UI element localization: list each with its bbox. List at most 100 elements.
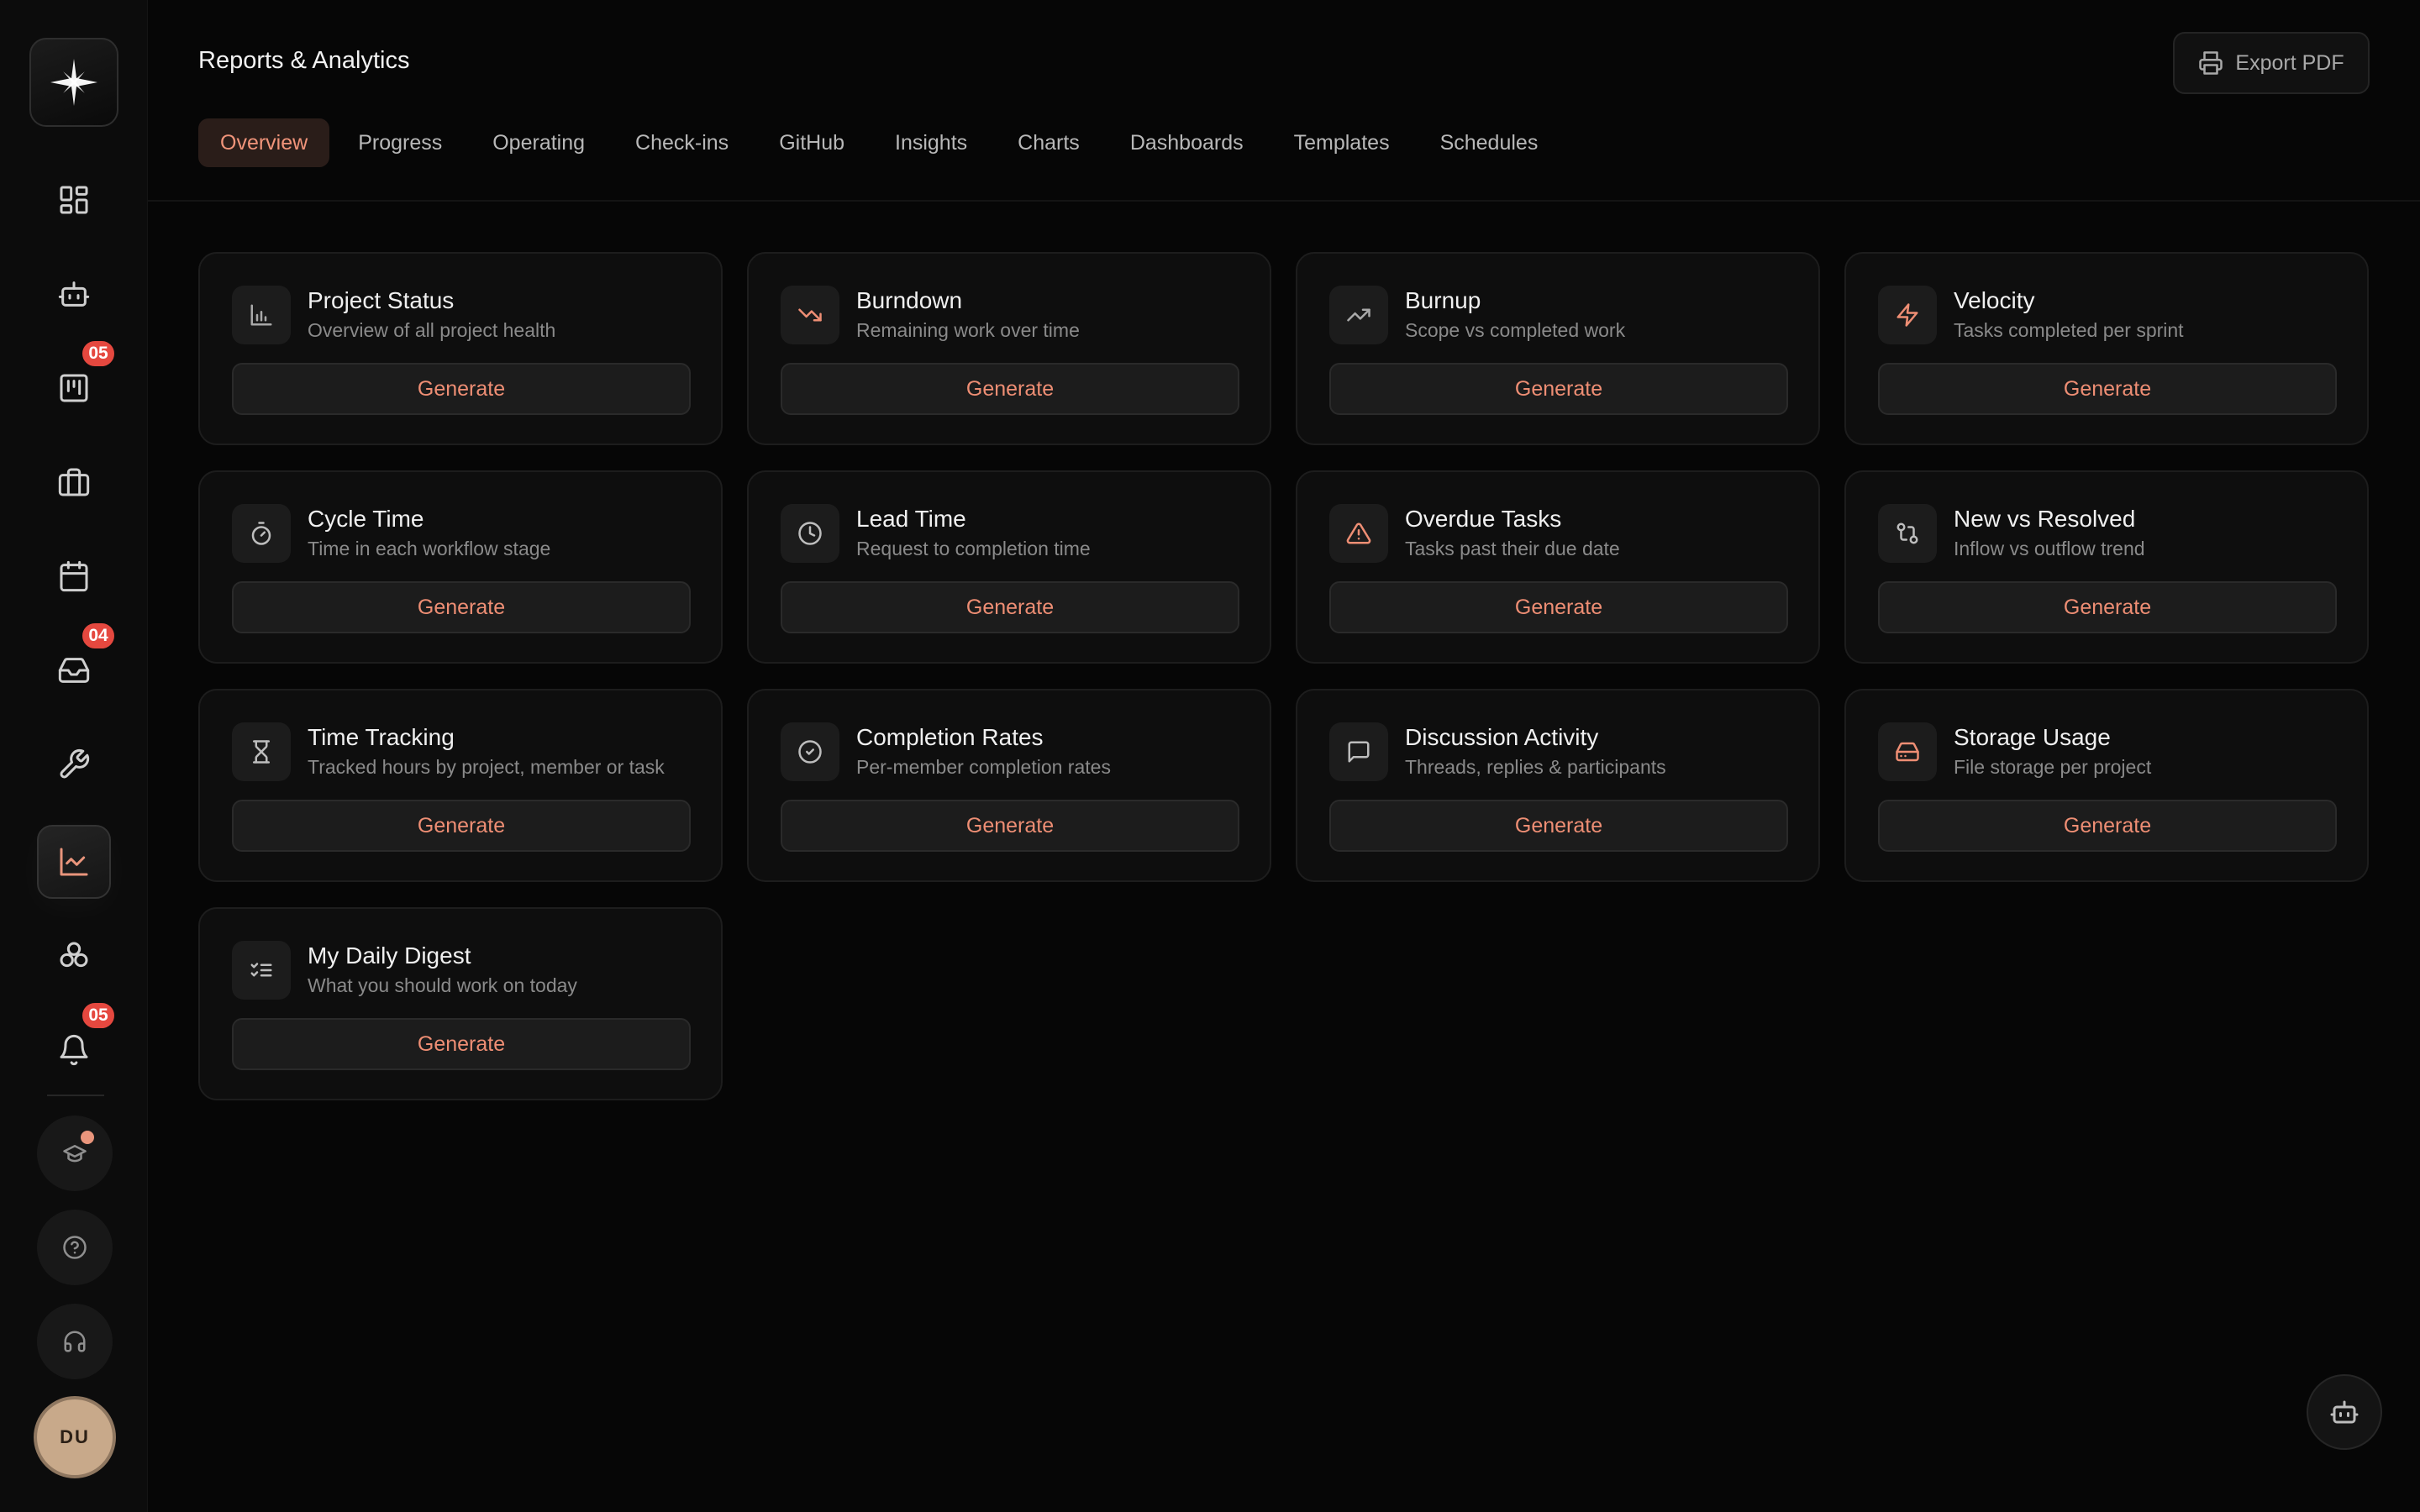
board-icon	[60, 374, 88, 402]
report-card-discussion-activity: Discussion Activity Threads, replies & p…	[1296, 689, 1820, 882]
report-description: Tasks past their due date	[1405, 538, 1620, 559]
report-card-overdue-tasks: Overdue Tasks Tasks past their due date …	[1296, 470, 1820, 664]
report-description: Tasks completed per sprint	[1954, 319, 2184, 341]
report-description: Per-member completion rates	[856, 756, 1111, 778]
briefcase-icon	[58, 468, 90, 496]
report-title: Burndown	[856, 287, 963, 313]
sidebar-item-notifications[interactable]: 05	[37, 1001, 116, 1087]
report-description: Remaining work over time	[856, 319, 1080, 341]
report-card-lead-time: Lead Time Request to completion time Gen…	[747, 470, 1271, 664]
tab-overview[interactable]: Overview	[198, 118, 330, 167]
tab-operating[interactable]: Operating	[471, 118, 607, 167]
stopwatch-icon	[251, 522, 271, 545]
clock-icon	[798, 522, 822, 545]
sidebar-item-assistant[interactable]	[37, 257, 111, 331]
sidebar-item-boards[interactable]: 05	[37, 339, 116, 425]
tab-dashboards[interactable]: Dashboards	[1108, 118, 1265, 167]
report-title: Lead Time	[856, 506, 966, 532]
report-card-cycle-time: Cycle Time Time in each workflow stage G…	[198, 470, 723, 664]
page-title: Reports & Analytics	[198, 47, 410, 74]
tab-github[interactable]: GitHub	[757, 118, 866, 167]
bell-icon	[60, 1034, 88, 1066]
generate-button[interactable]: Generate	[232, 581, 691, 633]
tab-progress[interactable]: Progress	[336, 118, 464, 167]
report-description: Inflow vs outflow trend	[1954, 538, 2145, 559]
report-card-storage-usage: Storage Usage File storage per project G…	[1844, 689, 2369, 882]
trend-up-icon	[1347, 308, 1370, 322]
sidebar-item-dashboard[interactable]	[37, 163, 111, 237]
sidebar: 05 04 05 DU	[0, 0, 148, 1512]
tab-insights[interactable]: Insights	[873, 118, 989, 167]
avatar[interactable]: DU	[34, 1396, 116, 1478]
generate-button[interactable]: Generate	[1329, 800, 1788, 852]
sidebar-item-integrations[interactable]	[37, 919, 111, 993]
sidebar-divider	[47, 1095, 104, 1096]
report-tabs: Overview Progress Operating Check-ins Gi…	[198, 118, 1566, 167]
generate-button[interactable]: Generate	[781, 581, 1239, 633]
generate-button[interactable]: Generate	[1878, 581, 2337, 633]
report-description: What you should work on today	[308, 974, 577, 996]
graduation-cap-icon	[63, 1145, 87, 1163]
chart-icon	[60, 848, 88, 876]
sidebar-item-portfolio[interactable]	[37, 445, 111, 519]
hourglass-icon	[253, 740, 270, 764]
sidebar-item-inbox[interactable]: 04	[37, 622, 116, 707]
learning-button[interactable]	[37, 1116, 113, 1191]
generate-button[interactable]: Generate	[232, 800, 691, 852]
sidebar-item-calendar[interactable]	[37, 539, 111, 613]
lightning-icon	[1897, 303, 1918, 327]
generate-button[interactable]: Generate	[1878, 363, 2337, 415]
generate-button[interactable]: Generate	[1329, 581, 1788, 633]
report-card-burnup: Burnup Scope vs completed work Generate	[1296, 252, 1820, 445]
wrench-icon	[60, 748, 90, 779]
help-button[interactable]	[37, 1210, 113, 1285]
hard-drive-icon	[1896, 742, 1919, 762]
report-card-time-tracking: Time Tracking Tracked hours by project, …	[198, 689, 723, 882]
report-description: Request to completion time	[856, 538, 1091, 559]
report-description: Overview of all project health	[308, 319, 556, 341]
support-button[interactable]	[37, 1304, 113, 1379]
notification-badge: 05	[81, 339, 116, 368]
help-icon	[63, 1236, 87, 1259]
warning-icon	[1346, 522, 1371, 544]
tab-templates[interactable]: Templates	[1272, 118, 1412, 167]
sidebar-item-tools[interactable]	[37, 727, 111, 801]
report-card-my-daily-digest: My Daily Digest What you should work on …	[198, 907, 723, 1100]
generate-button[interactable]: Generate	[781, 800, 1239, 852]
unread-dot	[81, 1131, 94, 1144]
calendar-icon	[60, 560, 88, 592]
report-card-new-vs-resolved: New vs Resolved Inflow vs outflow trend …	[1844, 470, 2369, 664]
app-logo[interactable]	[29, 38, 118, 127]
report-title: Storage Usage	[1954, 724, 2111, 750]
report-description: Time in each workflow stage	[308, 538, 551, 559]
report-description: Threads, replies & participants	[1405, 756, 1666, 778]
generate-button[interactable]: Generate	[232, 363, 691, 415]
sidebar-item-reports[interactable]	[37, 825, 111, 899]
export-pdf-label: Export PDF	[2235, 50, 2344, 75]
report-title: My Daily Digest	[308, 942, 471, 969]
assistant-fab-button[interactable]	[2307, 1374, 2382, 1450]
notification-badge: 04	[81, 622, 116, 650]
report-description: File storage per project	[1954, 756, 2152, 778]
report-description: Scope vs completed work	[1405, 319, 1626, 341]
sparkle-icon	[50, 59, 97, 106]
generate-button[interactable]: Generate	[1329, 363, 1788, 415]
integrations-icon	[60, 942, 88, 968]
generate-button[interactable]: Generate	[232, 1018, 691, 1070]
tab-charts[interactable]: Charts	[996, 118, 1102, 167]
report-title: Project Status	[308, 287, 455, 313]
printer-icon	[2199, 51, 2223, 75]
tab-schedules[interactable]: Schedules	[1418, 118, 1560, 167]
checklist-icon	[250, 963, 272, 977]
export-pdf-button[interactable]: Export PDF	[2173, 32, 2370, 94]
report-title: Burnup	[1405, 287, 1481, 313]
report-title: Time Tracking	[308, 724, 455, 750]
report-title: Completion Rates	[856, 724, 1044, 750]
robot-icon	[58, 281, 90, 307]
generate-button[interactable]: Generate	[1878, 800, 2337, 852]
header-divider	[148, 200, 2420, 202]
tab-check-ins[interactable]: Check-ins	[613, 118, 750, 167]
report-description: Tracked hours by project, member or task	[308, 756, 665, 778]
generate-button[interactable]: Generate	[781, 363, 1239, 415]
git-compare-icon	[1897, 522, 1918, 544]
